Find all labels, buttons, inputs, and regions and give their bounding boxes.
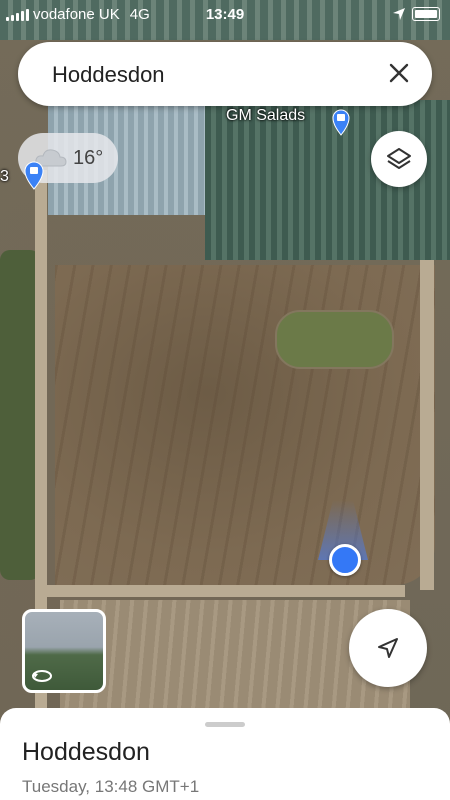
location-services-icon: [393, 8, 405, 20]
poi-label-gm-salads[interactable]: GM Salads: [226, 107, 305, 125]
search-query[interactable]: Hoddesdon: [52, 62, 165, 88]
clock: 13:49: [205, 6, 245, 23]
bottom-sheet[interactable]: Hoddesdon Tuesday, 13:48 GMT+1: [0, 708, 450, 800]
search-bar[interactable]: Hoddesdon: [18, 42, 432, 106]
my-location-button[interactable]: [349, 609, 427, 687]
close-icon[interactable]: [384, 58, 414, 88]
layers-button[interactable]: [371, 131, 427, 187]
status-right: [392, 7, 440, 21]
sheet-drag-handle[interactable]: [205, 722, 245, 727]
status-bar: vodafone UK 4G 13:49: [0, 0, 450, 30]
road-right: [420, 260, 434, 590]
vegetation-strip: [0, 250, 40, 580]
rotate-arrow-icon: [32, 670, 52, 682]
shopping-pin-icon[interactable]: [22, 160, 46, 190]
road-bottom: [45, 585, 405, 597]
poi-label-edge[interactable]: 3: [0, 168, 9, 186]
navigation-arrow-icon: [378, 638, 398, 658]
grass-patch: [275, 310, 394, 369]
layers-icon: [387, 148, 411, 169]
street-view-thumbnail[interactable]: [22, 609, 106, 693]
place-subtitle: Tuesday, 13:48 GMT+1: [22, 777, 200, 796]
place-title: Hoddesdon: [22, 738, 150, 766]
current-location-dot[interactable]: [329, 544, 361, 576]
battery-icon: [412, 7, 440, 21]
temperature: 16°: [73, 147, 104, 169]
shopping-pin-icon[interactable]: [330, 108, 352, 136]
